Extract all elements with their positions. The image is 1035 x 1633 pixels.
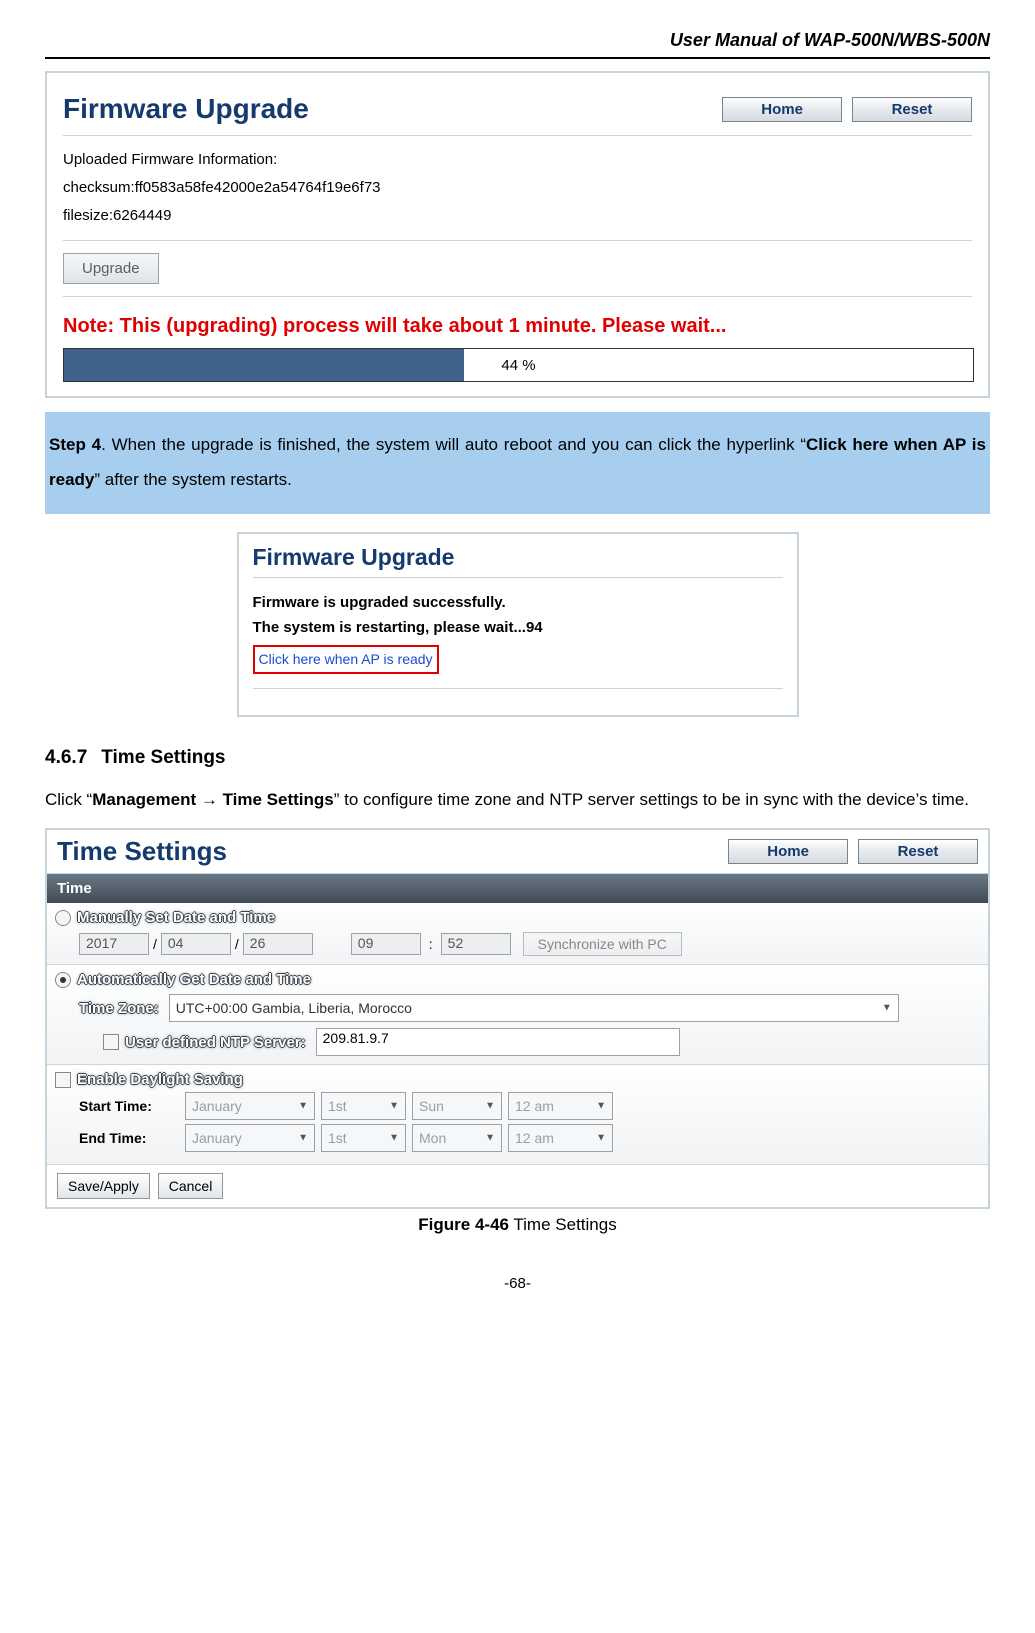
step4-label: Step 4 — [49, 435, 101, 454]
header-button-row: Home Reset — [716, 97, 972, 122]
start-day-select[interactable]: 1st ▼ — [321, 1092, 406, 1120]
month-field[interactable]: 04 — [161, 933, 231, 955]
figure-text: Time Settings — [509, 1215, 617, 1234]
end-day-select[interactable]: 1st ▼ — [321, 1124, 406, 1152]
year-field[interactable]: 2017 — [79, 933, 149, 955]
uploaded-info-block: Uploaded Firmware Information: checksum:… — [63, 148, 972, 228]
step4-instruction: Step 4. When the upgrade is finished, th… — [45, 412, 990, 514]
day-field[interactable]: 26 — [243, 933, 313, 955]
end-time-label: End Time: — [79, 1130, 179, 1146]
sync-pc-button[interactable]: Synchronize with PC — [523, 932, 682, 956]
chevron-down-icon: ▼ — [596, 1101, 606, 1112]
ts-reset-button[interactable]: Reset — [858, 839, 978, 864]
ts-home-button[interactable]: Home — [728, 839, 848, 864]
time-settings-title: Time Settings — [57, 836, 227, 867]
firmware-upgrade-title: Firmware Upgrade — [63, 93, 309, 125]
progress-bar: 44 % — [63, 348, 974, 382]
figure-num: Figure 4-46 — [418, 1215, 509, 1234]
start-dow-value: Sun — [419, 1098, 444, 1114]
start-month-select[interactable]: January ▼ — [185, 1092, 315, 1120]
end-hour-select[interactable]: 12 am ▼ — [508, 1124, 613, 1152]
end-hour-value: 12 am — [515, 1130, 554, 1146]
uploaded-info-label: Uploaded Firmware Information: — [63, 148, 972, 172]
section-title: Time Settings — [101, 747, 225, 768]
minute-field[interactable]: 52 — [441, 933, 511, 955]
time-settings-panel: Time Settings Home Reset Time Manually S… — [45, 828, 990, 1209]
chevron-down-icon: ▼ — [389, 1101, 399, 1112]
ap-ready-link[interactable]: Click here when AP is ready — [253, 645, 439, 675]
start-month-value: January — [192, 1098, 242, 1114]
upgrade-button[interactable]: Upgrade — [63, 253, 159, 284]
start-hour-value: 12 am — [515, 1098, 554, 1114]
section-number: 4.6.7 — [45, 747, 87, 768]
timezone-value: UTC+00:00 Gambia, Liberia, Morocco — [176, 1000, 412, 1016]
step4-text-b: ” after the system restarts. — [94, 470, 291, 489]
hour-field[interactable]: 09 — [351, 933, 421, 955]
chevron-down-icon: ▼ — [882, 1003, 892, 1014]
daylight-saving-row: Enable Daylight Saving Start Time: Janua… — [47, 1065, 988, 1164]
manual-radio[interactable] — [55, 910, 71, 926]
figure-caption: Figure 4-46 Time Settings — [45, 1215, 990, 1235]
fig2-line1: Firmware is upgraded successfully. — [253, 590, 783, 616]
firmware-upgrade-title-2: Firmware Upgrade — [253, 544, 783, 571]
section-heading: 4.6.7 Time Settings — [45, 747, 990, 769]
reset-button[interactable]: Reset — [852, 97, 972, 122]
slash2: / — [235, 936, 239, 952]
user-ntp-label: User defined NTP Server: — [125, 1034, 312, 1051]
manual-label: Manually Set Date and Time — [77, 909, 281, 926]
auto-label: Automatically Get Date and Time — [77, 971, 317, 988]
page-number: -68- — [45, 1275, 990, 1292]
firmware-upgrade-panel-2: Firmware Upgrade Firmware is upgraded su… — [237, 532, 799, 718]
time-bar: Time — [47, 874, 988, 903]
end-month-select[interactable]: January ▼ — [185, 1124, 315, 1152]
ntp-server-field[interactable]: 209.81.9.7 — [316, 1028, 680, 1056]
start-hour-select[interactable]: 12 am ▼ — [508, 1092, 613, 1120]
auto-time-row: Automatically Get Date and Time Time Zon… — [47, 965, 988, 1065]
end-day-value: 1st — [328, 1130, 347, 1146]
chevron-down-icon: ▼ — [485, 1101, 495, 1112]
upgrade-note: Note: This (upgrading) process will take… — [63, 315, 972, 338]
timezone-select[interactable]: UTC+00:00 Gambia, Liberia, Morocco ▼ — [169, 994, 899, 1022]
chevron-down-icon: ▼ — [485, 1133, 495, 1144]
cancel-button[interactable]: Cancel — [158, 1173, 224, 1199]
checksum-line: checksum:ff0583a58fe42000e2a54764f19e6f7… — [63, 176, 972, 200]
progress-percent-label: 44 % — [64, 357, 973, 374]
user-ntp-checkbox[interactable] — [103, 1034, 119, 1050]
timezone-label: Time Zone: — [79, 1000, 165, 1017]
home-button[interactable]: Home — [722, 97, 842, 122]
end-dow-select[interactable]: Mon ▼ — [412, 1124, 502, 1152]
end-dow-value: Mon — [419, 1130, 446, 1146]
start-day-value: 1st — [328, 1098, 347, 1114]
step4-text-a: . When the upgrade is finished, the syst… — [101, 435, 806, 454]
start-time-label: Start Time: — [79, 1098, 179, 1114]
manual-time-row: Manually Set Date and Time 2017 / 04 / 2… — [47, 903, 988, 965]
para-bold: Management → Time Settings — [92, 790, 334, 809]
ts-header-buttons: Home Reset — [722, 839, 978, 864]
auto-radio[interactable] — [55, 972, 71, 988]
chevron-down-icon: ▼ — [298, 1101, 308, 1112]
section-paragraph: Click “Management → Time Settings” to co… — [45, 783, 990, 818]
dls-label: Enable Daylight Saving — [77, 1071, 249, 1088]
para-a: Click “ — [45, 790, 92, 809]
firmware-upgrade-panel-1: Firmware Upgrade Home Reset Uploaded Fir… — [45, 71, 990, 398]
chevron-down-icon: ▼ — [389, 1133, 399, 1144]
filesize-line: filesize:6264449 — [63, 204, 972, 228]
page-header-title: User Manual of WAP-500N/WBS-500N — [45, 30, 990, 59]
dls-checkbox[interactable] — [55, 1072, 71, 1088]
save-apply-button[interactable]: Save/Apply — [57, 1173, 150, 1199]
fig2-line2: The system is restarting, please wait...… — [253, 615, 783, 641]
slash1: / — [153, 936, 157, 952]
chevron-down-icon: ▼ — [596, 1133, 606, 1144]
action-row: Save/Apply Cancel — [47, 1164, 988, 1207]
para-b: ” to configure time zone and NTP server … — [334, 790, 969, 809]
chevron-down-icon: ▼ — [298, 1133, 308, 1144]
end-month-value: January — [192, 1130, 242, 1146]
colon: : — [429, 936, 433, 952]
start-dow-select[interactable]: Sun ▼ — [412, 1092, 502, 1120]
